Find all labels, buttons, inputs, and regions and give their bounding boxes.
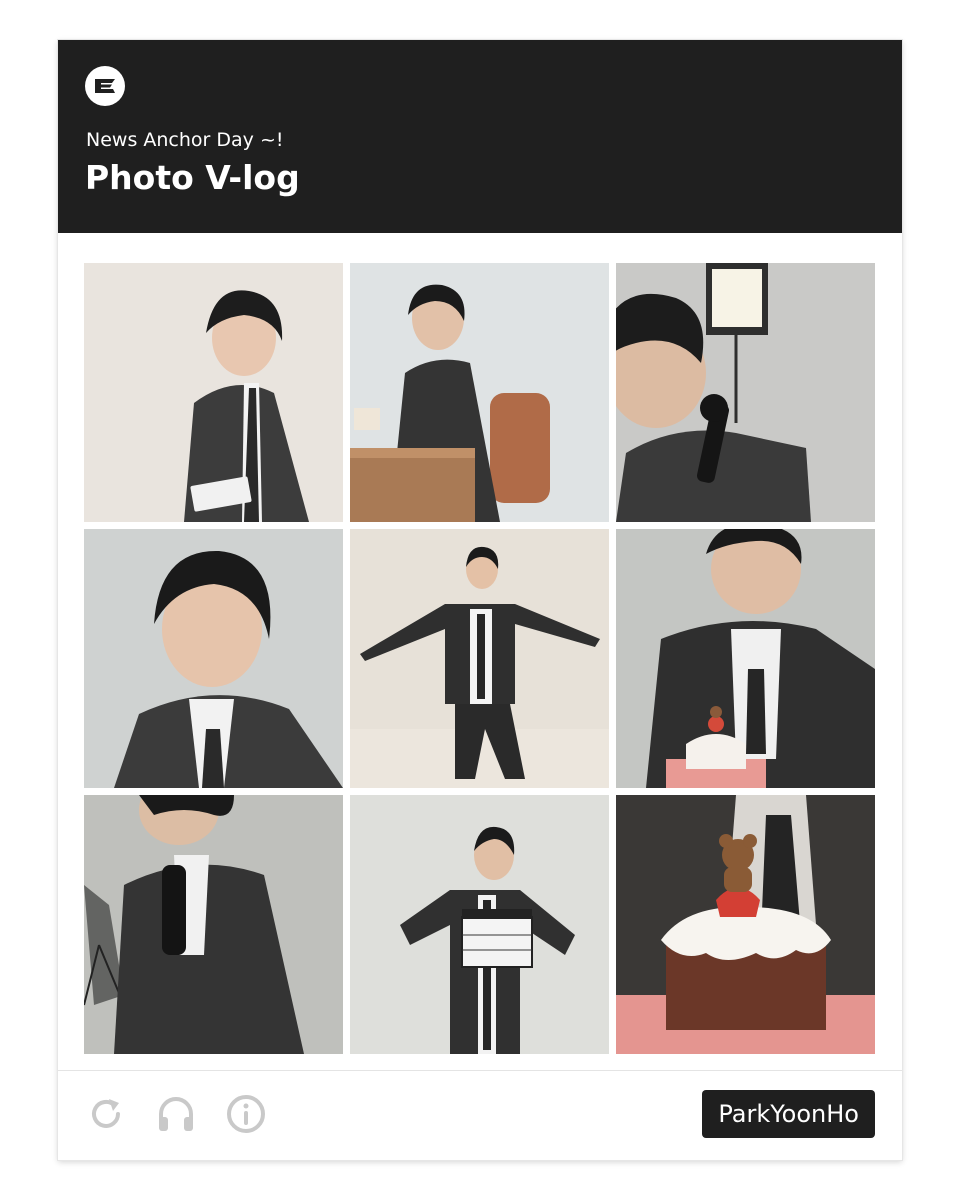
photo-tile-7[interactable]: [84, 795, 343, 1054]
headphones-icon[interactable]: [155, 1093, 197, 1135]
photo-8-image: [350, 795, 609, 1054]
refresh-icon[interactable]: [85, 1093, 127, 1135]
info-icon[interactable]: [225, 1093, 267, 1135]
photo-5-image: [350, 529, 609, 788]
photo-6-image: [616, 529, 875, 788]
header-title: Photo V-log: [85, 158, 300, 197]
header-banner: News Anchor Day ~! Photo V-log: [58, 40, 902, 233]
captcha-card: News Anchor Day ~! Photo V-log ParkYoonH…: [58, 40, 902, 1160]
photo-tile-8[interactable]: [350, 795, 609, 1054]
photo-4-image: [84, 529, 343, 788]
photo-tile-2[interactable]: [350, 263, 609, 522]
photo-tile-3[interactable]: [616, 263, 875, 522]
photo-tile-9[interactable]: [616, 795, 875, 1054]
photo-tile-5[interactable]: [350, 529, 609, 788]
photo-tile-4[interactable]: [84, 529, 343, 788]
brand-e-logo-icon: [85, 66, 125, 106]
photo-7-image: [84, 795, 343, 1054]
photo-grid: [84, 263, 876, 1055]
username-badge: ParkYoonHo: [702, 1090, 875, 1138]
photo-9-image: [616, 795, 875, 1054]
photo-3-image: [616, 263, 875, 522]
header-subtitle: News Anchor Day ~!: [86, 129, 284, 151]
photo-1-image: [84, 263, 343, 522]
photo-tile-6[interactable]: [616, 529, 875, 788]
footer-divider: [58, 1070, 902, 1071]
photo-tile-1[interactable]: [84, 263, 343, 522]
photo-2-image: [350, 263, 609, 522]
